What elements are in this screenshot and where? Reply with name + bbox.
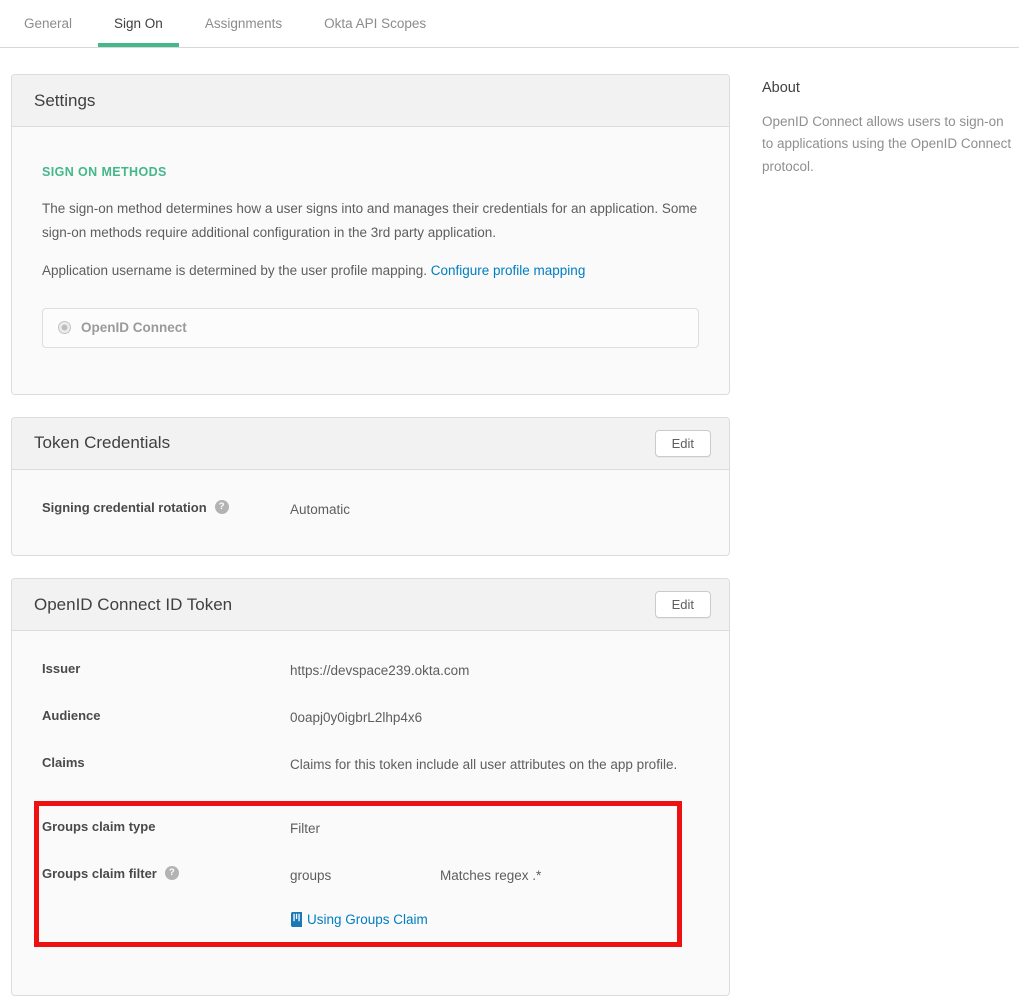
about-heading: About xyxy=(762,80,1014,96)
book-icon xyxy=(290,912,303,927)
signing-credential-rotation-row: Signing credential rotation ? Automatic xyxy=(42,500,699,520)
main-column: Settings SIGN ON METHODS The sign-on met… xyxy=(11,74,730,996)
groups-claim-type-label: Groups claim type xyxy=(42,819,290,834)
id-token-header: OpenID Connect ID Token Edit xyxy=(12,579,729,631)
issuer-row: Issuer https://devspace239.okta.com xyxy=(42,661,699,681)
settings-panel-title: Settings xyxy=(34,91,95,111)
claims-value: Claims for this token include all user a… xyxy=(290,755,677,775)
token-credentials-edit-button[interactable]: Edit xyxy=(655,430,711,457)
issuer-value: https://devspace239.okta.com xyxy=(290,661,469,681)
claims-row: Claims Claims for this token include all… xyxy=(42,755,699,775)
audience-row: Audience 0oapj0y0igbrL2lhp4x6 xyxy=(42,708,699,728)
red-highlight-annotation: Groups claim type Filter Groups claim fi… xyxy=(34,801,682,947)
signing-credential-rotation-label: Signing credential rotation ? xyxy=(42,500,290,515)
help-icon[interactable]: ? xyxy=(215,500,229,514)
token-credentials-panel: Token Credentials Edit Signing credentia… xyxy=(11,417,730,557)
id-token-panel: OpenID Connect ID Token Edit Issuer http… xyxy=(11,578,730,996)
groups-claim-type-row: Groups claim type Filter xyxy=(42,819,677,839)
username-mapping-note: Application username is determined by th… xyxy=(42,259,699,283)
groups-claim-filter-rule: Matches regex .* xyxy=(440,866,541,886)
signing-credential-rotation-label-text: Signing credential rotation xyxy=(42,500,207,515)
id-token-edit-button[interactable]: Edit xyxy=(655,591,711,618)
token-credentials-body: Signing credential rotation ? Automatic xyxy=(12,470,729,556)
sign-on-methods-heading: SIGN ON METHODS xyxy=(42,165,699,179)
help-icon[interactable]: ? xyxy=(165,866,179,880)
using-groups-claim-link[interactable]: Using Groups Claim xyxy=(307,912,428,927)
id-token-body: Issuer https://devspace239.okta.com Audi… xyxy=(12,631,729,995)
settings-panel-header: Settings xyxy=(12,75,729,127)
openid-connect-radio[interactable] xyxy=(58,321,71,334)
audience-value: 0oapj0y0igbrL2lhp4x6 xyxy=(290,708,422,728)
sign-on-method-description: The sign-on method determines how a user… xyxy=(42,197,699,244)
username-mapping-text: Application username is determined by th… xyxy=(42,263,427,278)
openid-connect-radio-label: OpenID Connect xyxy=(81,320,187,335)
groups-claim-filter-value: groups Matches regex .* xyxy=(290,866,541,886)
issuer-label: Issuer xyxy=(42,661,290,676)
about-text: OpenID Connect allows users to sign-on t… xyxy=(762,111,1014,178)
groups-claim-type-value: Filter xyxy=(290,819,320,839)
signing-credential-rotation-value: Automatic xyxy=(290,500,350,520)
audience-label: Audience xyxy=(42,708,290,723)
settings-panel-body: SIGN ON METHODS The sign-on method deter… xyxy=(12,127,729,394)
using-groups-claim-row: Using Groups Claim xyxy=(290,912,677,927)
groups-claim-filter-name: groups xyxy=(290,866,440,886)
about-sidebar: About OpenID Connect allows users to sig… xyxy=(762,80,1014,178)
settings-panel: Settings SIGN ON METHODS The sign-on met… xyxy=(11,74,730,395)
tab-general[interactable]: General xyxy=(24,0,72,47)
tab-sign-on[interactable]: Sign On xyxy=(114,0,163,47)
app-tab-bar: General Sign On Assignments Okta API Sco… xyxy=(0,0,1019,48)
groups-claim-filter-row: Groups claim filter ? groups Matches reg… xyxy=(42,866,677,886)
token-credentials-header: Token Credentials Edit xyxy=(12,418,729,470)
page-content: Settings SIGN ON METHODS The sign-on met… xyxy=(0,48,1019,996)
tab-okta-api-scopes[interactable]: Okta API Scopes xyxy=(324,0,426,47)
tab-assignments[interactable]: Assignments xyxy=(205,0,282,47)
sign-on-method-option: OpenID Connect xyxy=(42,308,699,348)
groups-claim-filter-label-text: Groups claim filter xyxy=(42,866,157,881)
claims-label: Claims xyxy=(42,755,290,770)
token-credentials-title: Token Credentials xyxy=(34,433,170,453)
groups-claim-filter-label: Groups claim filter ? xyxy=(42,866,290,881)
id-token-title: OpenID Connect ID Token xyxy=(34,595,232,615)
configure-profile-mapping-link[interactable]: Configure profile mapping xyxy=(431,263,586,278)
